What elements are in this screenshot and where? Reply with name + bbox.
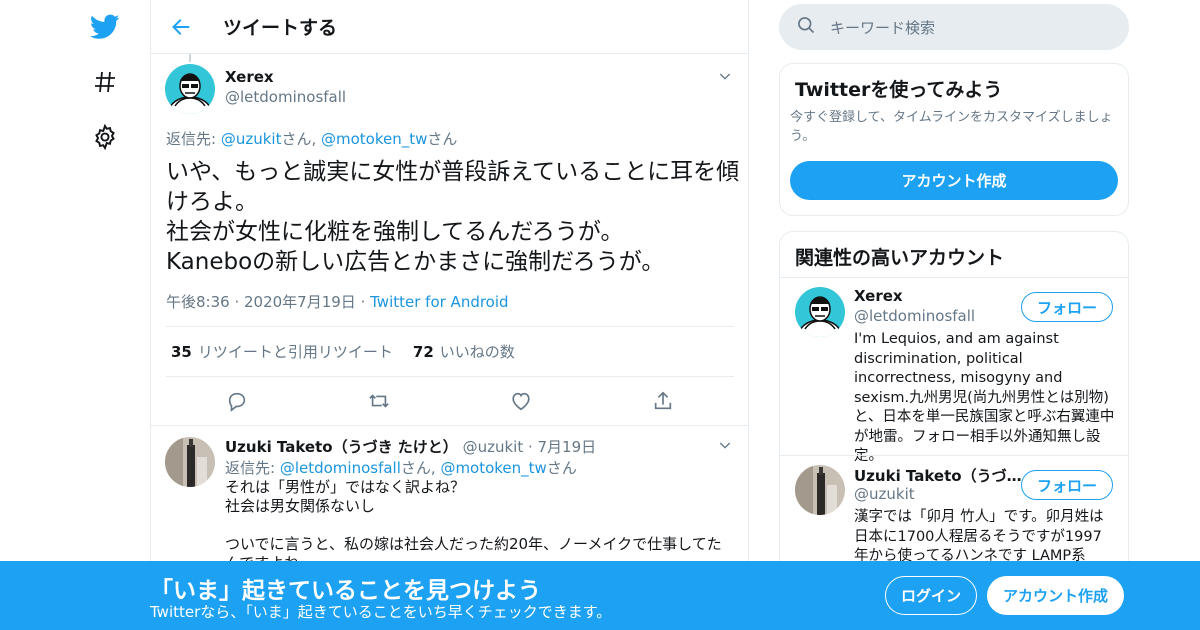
avatar[interactable] [795, 287, 845, 337]
left-nav [0, 0, 150, 630]
account-handle[interactable]: @letdominosfall [854, 307, 975, 325]
arrow-left-icon[interactable] [151, 0, 211, 54]
like-label[interactable]: いいねの数 [440, 341, 515, 362]
main-column: ツイートする Xerex @letdominosfall 返信先: @uzuki… [150, 0, 749, 630]
chevron-down-icon[interactable] [717, 68, 733, 88]
account-bio: 漢字では「卯月 竹人」です。卯月姓は日本に1700人程居るそうですが1997年か… [854, 509, 1104, 564]
signup-card-title: Twitterを使ってみよう [795, 79, 1003, 101]
reply-to: 返信先: @uzukitさん, @motoken_twさん [166, 130, 458, 148]
banner-create-account-button[interactable]: アカウント作成 [987, 576, 1124, 615]
thread-line [189, 54, 191, 62]
twitter-bird-icon[interactable] [89, 11, 121, 43]
divider [780, 455, 1128, 456]
gear-icon[interactable] [89, 121, 121, 153]
retweet-label[interactable]: リツイートと引用リツイート [198, 341, 393, 362]
reply-author-name[interactable]: Uzuki Taketo（うづき たけと） [225, 438, 458, 456]
reply-header: Uzuki Taketo（うづき たけと） @uzukit · 7月19日 [225, 438, 597, 456]
follow-button[interactable]: フォロー [1021, 470, 1113, 500]
page-title: ツイートする [223, 17, 338, 39]
reply-date[interactable]: 7月19日 [538, 438, 597, 456]
author-handle[interactable]: @letdominosfall [225, 88, 346, 106]
signup-banner: 「いま」起きていることを見つけよう Twitterなら、「いま」起きていることを… [0, 561, 1200, 630]
account-bio: I'm Lequios, and am against discriminati… [854, 331, 1115, 464]
page-header: ツイートする [151, 0, 748, 54]
retweet-icon[interactable] [366, 388, 392, 414]
avatar[interactable] [165, 437, 215, 487]
reply-author-handle[interactable]: @uzukit [463, 438, 524, 456]
divider [780, 277, 1128, 278]
tweet-date[interactable]: 2020年7月19日 [244, 293, 356, 311]
share-icon[interactable] [650, 388, 676, 414]
reply-icon[interactable] [224, 388, 250, 414]
reply-user-link[interactable]: @motoken_tw [321, 130, 427, 148]
account-name[interactable]: Xerex [854, 287, 903, 305]
chevron-down-icon[interactable] [717, 437, 733, 457]
reply-to: 返信先: @letdominosfallさん, @motoken_twさん [225, 459, 577, 477]
create-account-button[interactable]: アカウント作成 [790, 161, 1118, 200]
reply-text: それは「男性が」ではなく訳よね？ 社会は男女関係ないし ついでに言うと、私の嫁は… [225, 478, 722, 572]
reply-user-link[interactable]: @motoken_tw [440, 459, 546, 477]
author-name[interactable]: Xerex [225, 68, 274, 86]
focal-tweet: Xerex @letdominosfall 返信先: @uzukitさん, @m… [151, 54, 749, 426]
tweet-time[interactable]: 午後8:36 [166, 293, 230, 311]
avatar[interactable] [165, 64, 215, 114]
like-count[interactable]: 72 [413, 343, 434, 361]
tweet-timestamp: 午後8:36 · 2020年7月19日 · Twitter for Androi… [166, 293, 509, 311]
banner-subtitle: Twitterなら、「いま」起きていることをいち早くチェックできます。 [150, 603, 612, 621]
reply-tweet[interactable]: Uzuki Taketo（うづき たけと） @uzukit · 7月19日 返信… [151, 427, 749, 572]
banner-title: 「いま」起きていることを見つけよう [150, 578, 541, 604]
signup-card-desc: 今すぐ登録して、タイムラインをカスタマイズしましょう。 [790, 110, 1113, 144]
related-title: 関連性の高いアカウント [795, 247, 1005, 269]
reply-user-link[interactable]: @uzukit [221, 130, 282, 148]
tweet-stats: 35 リツイートと引用リツイート 72 いいねの数 [166, 326, 734, 377]
avatar[interactable] [795, 465, 845, 515]
tweet-actions [166, 384, 734, 418]
tweet-source[interactable]: Twitter for Android [370, 293, 508, 311]
account-name[interactable]: Uzuki Taketo（うづ… [854, 465, 1022, 486]
reply-user-link[interactable]: @letdominosfall [280, 459, 401, 477]
hashtag-icon[interactable] [89, 66, 121, 98]
account-handle[interactable]: @uzukit [854, 485, 915, 503]
signup-card: Twitterを使ってみよう 今すぐ登録して、タイムラインをカスタマイズしましょ… [779, 63, 1129, 216]
tweet-text: いや、もっと誠実に女性が普段訴えていることに耳を傾けろよ。 社会が女性に化粧を強… [166, 159, 740, 275]
login-button[interactable]: ログイン [885, 576, 977, 615]
heart-icon[interactable] [508, 388, 534, 414]
retweet-count[interactable]: 35 [171, 343, 192, 361]
search-icon [796, 15, 816, 39]
search-input[interactable]: キーワード検索 [779, 4, 1129, 50]
follow-button[interactable]: フォロー [1021, 292, 1113, 322]
search-placeholder: キーワード検索 [830, 18, 936, 37]
